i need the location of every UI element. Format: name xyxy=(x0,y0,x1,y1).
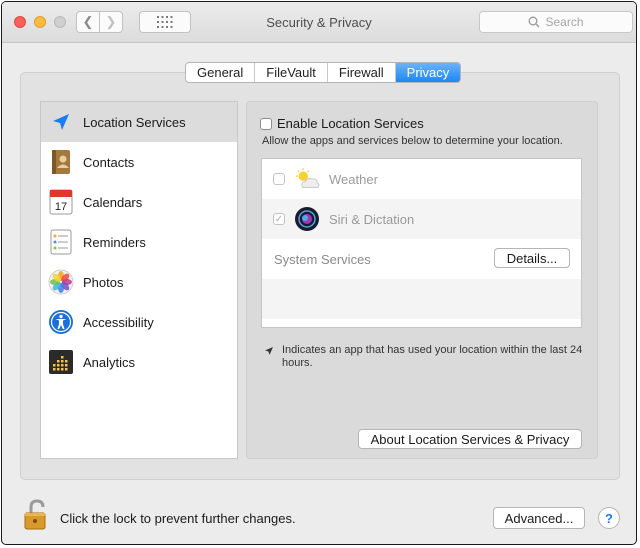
about-location-services-button[interactable]: About Location Services & Privacy xyxy=(358,429,582,449)
tab-firewall[interactable]: Firewall xyxy=(328,63,396,82)
sidebar-item-contacts[interactable]: Contacts xyxy=(41,142,237,182)
sidebar-item-label: Reminders xyxy=(83,234,146,250)
sidebar-item-label: Calendars xyxy=(83,194,143,210)
tab-privacy[interactable]: Privacy xyxy=(395,63,461,82)
allow-description: Allow the apps and services below to det… xyxy=(262,135,563,147)
sidebar-item-label: Contacts xyxy=(83,154,135,170)
tab-bar: General FileVault Firewall Privacy xyxy=(185,62,462,83)
privacy-category-list: Location Services Contacts 17 Calendars … xyxy=(40,101,238,459)
sidebar-item-calendars[interactable]: 17 Calendars xyxy=(41,182,237,222)
tab-general[interactable]: General xyxy=(186,63,256,82)
tab-filevault[interactable]: FileVault xyxy=(255,63,328,82)
details-button[interactable]: Details... xyxy=(494,248,570,268)
analytics-grid-icon xyxy=(47,348,75,376)
sidebar-item-label: Analytics xyxy=(83,354,136,370)
sidebar-item-label: Location Services xyxy=(83,114,186,130)
title-bar: ❮ ❯ Security & Privacy Search xyxy=(2,2,636,43)
calendar-icon: 17 xyxy=(47,188,75,216)
sidebar-item-accessibility[interactable]: Accessibility xyxy=(41,302,237,342)
enable-location-services-checkbox[interactable] xyxy=(260,117,272,130)
weather-checkbox[interactable] xyxy=(273,173,285,185)
siri-dictation-checkbox[interactable]: ✓ xyxy=(273,213,285,225)
lock-message: Click the lock to prevent further change… xyxy=(60,511,296,526)
empty-list-row xyxy=(262,279,581,319)
svg-text:17: 17 xyxy=(55,201,67,213)
contacts-book-icon xyxy=(47,148,75,176)
location-arrow-icon xyxy=(47,108,75,136)
sidebar-item-reminders[interactable]: Reminders xyxy=(41,222,237,262)
location-note: Indicates an app that has used your loca… xyxy=(264,344,584,370)
weather-label: Weather xyxy=(329,171,378,187)
sidebar-item-label: Accessibility xyxy=(83,314,154,330)
location-app-list: Weather ✓ Siri & Dictation System Servic… xyxy=(261,158,582,328)
unlocked-padlock-icon xyxy=(24,499,46,530)
advanced-button[interactable]: Advanced... xyxy=(493,507,585,529)
location-arrow-small-icon xyxy=(265,347,273,355)
sidebar-item-analytics[interactable]: Analytics xyxy=(41,342,237,382)
list-item-weather: Weather xyxy=(262,159,581,199)
help-button[interactable]: ? xyxy=(598,507,620,529)
sidebar-item-label: Photos xyxy=(83,274,124,290)
accessibility-person-icon xyxy=(47,308,75,336)
siri-dictation-label: Siri & Dictation xyxy=(329,211,415,227)
enable-location-services-row: Enable Location Services xyxy=(260,116,424,131)
system-services-label: System Services xyxy=(274,251,371,267)
reminders-list-icon xyxy=(47,228,75,256)
search-field[interactable]: Search xyxy=(479,11,633,33)
siri-icon xyxy=(293,205,321,233)
search-placeholder: Search xyxy=(545,15,584,29)
weather-sun-cloud-icon xyxy=(293,165,321,193)
search-icon xyxy=(529,16,540,28)
lock-button[interactable] xyxy=(22,499,50,531)
enable-location-services-label: Enable Location Services xyxy=(277,116,424,131)
location-note-text: Indicates an app that has used your loca… xyxy=(282,344,583,369)
sidebar-item-location-services[interactable]: Location Services xyxy=(41,102,237,142)
sidebar-item-photos[interactable]: Photos xyxy=(41,262,237,302)
photos-flower-icon xyxy=(47,268,75,296)
list-item-siri-dictation: ✓ Siri & Dictation xyxy=(262,199,581,239)
